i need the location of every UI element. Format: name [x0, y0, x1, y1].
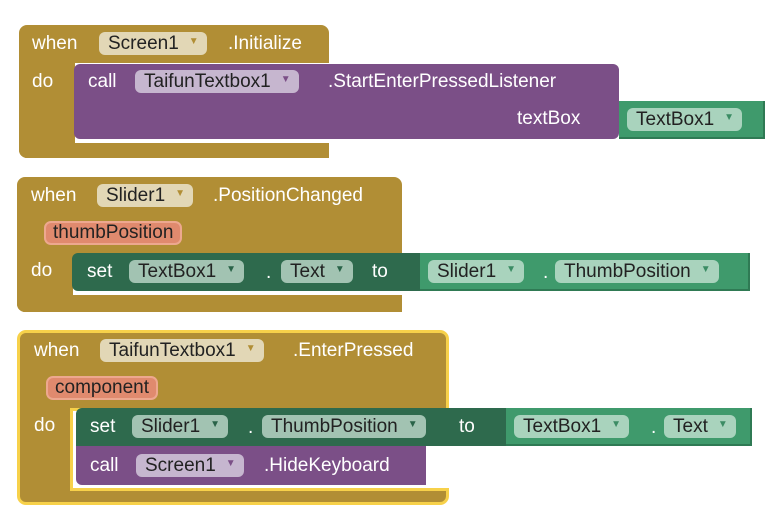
dot-separator: . [248, 417, 254, 438]
property-dropdown[interactable]: ThumbPosition ▼ [555, 260, 719, 283]
when-keyword: when [34, 340, 80, 361]
component-dropdown[interactable]: TaifunTextbox1 ▼ [100, 339, 264, 362]
dropdown-arrow-icon: ▼ [334, 264, 345, 276]
component-dropdown[interactable]: Screen1 ▼ [99, 32, 207, 55]
call-keyword: call [90, 455, 119, 476]
getter-textbox1-text[interactable]: TextBox1 ▼ . Text ▼ [506, 408, 752, 446]
event-block-slider1-positionchanged[interactable]: when Slider1 ▼ .PositionChanged thumbPosi… [17, 177, 402, 312]
event-param-component[interactable]: component [46, 376, 159, 400]
component-dropdown[interactable]: Screen1 ▼ [136, 454, 244, 477]
dot-separator: . [266, 262, 272, 283]
to-keyword: to [459, 416, 475, 437]
dropdown-arrow-icon: ▼ [407, 419, 418, 431]
set-keyword: set [90, 416, 116, 437]
dropdown-arrow-icon: ▼ [700, 264, 711, 276]
property-dropdown[interactable]: Text ▼ [664, 415, 736, 438]
event-handler-name: .PositionChanged [213, 185, 363, 206]
dropdown-arrow-icon: ▼ [717, 419, 728, 431]
dropdown-arrow-icon: ▼ [280, 74, 291, 86]
component-dropdown[interactable]: Slider1 ▼ [97, 184, 194, 207]
arg-label-textbox: textBox [517, 108, 581, 129]
call-block-start-listener[interactable]: call TaifunTextbox1 ▼ .StartEnterPressedL… [74, 64, 619, 139]
dropdown-arrow-icon: ▼ [188, 36, 199, 48]
call-block-hidekeyboard[interactable]: call Screen1 ▼ .HideKeyboard [76, 446, 426, 485]
do-keyword: do [31, 260, 53, 281]
dropdown-arrow-icon: ▼ [724, 112, 735, 124]
component-dropdown[interactable]: Slider1 ▼ [132, 415, 229, 438]
when-keyword: when [31, 185, 77, 206]
set-block-slider1-thumbposition[interactable]: set Slider1 ▼ . ThumbPosition ▼ to [76, 408, 508, 446]
do-keyword: do [32, 71, 54, 92]
set-block-textbox1-text[interactable]: set TextBox1 ▼ . Text ▼ to [72, 253, 422, 291]
property-dropdown[interactable]: ThumbPosition ▼ [262, 415, 426, 438]
getter-slider1-thumbposition[interactable]: Slider1 ▼ . ThumbPosition ▼ [420, 253, 750, 291]
dot-separator: . [651, 417, 657, 438]
do-keyword: do [34, 415, 56, 436]
dropdown-arrow-icon: ▼ [611, 419, 622, 431]
event-param-thumbposition[interactable]: thumbPosition [44, 221, 183, 245]
event-handler-name: .EnterPressed [293, 340, 414, 361]
component-dropdown[interactable]: TaifunTextbox1 ▼ [135, 70, 299, 93]
method-name: .StartEnterPressedListener [328, 71, 557, 92]
component-getter-textbox1[interactable]: TextBox1 ▼ [619, 101, 765, 139]
dropdown-arrow-icon: ▼ [175, 188, 186, 200]
call-keyword: call [88, 71, 117, 92]
property-dropdown[interactable]: Text ▼ [281, 260, 353, 283]
dropdown-arrow-icon: ▼ [226, 264, 237, 276]
component-dropdown[interactable]: TextBox1 ▼ [514, 415, 630, 438]
component-dropdown[interactable]: Slider1 ▼ [428, 260, 525, 283]
set-keyword: set [87, 261, 113, 282]
dropdown-arrow-icon: ▼ [225, 458, 236, 470]
dropdown-arrow-icon: ▼ [506, 264, 517, 276]
dot-separator: . [543, 262, 549, 283]
when-keyword: when [32, 33, 78, 54]
to-keyword: to [372, 261, 388, 282]
component-dropdown[interactable]: TextBox1 ▼ [627, 108, 743, 131]
dropdown-arrow-icon: ▼ [245, 343, 256, 355]
dropdown-arrow-icon: ▼ [210, 419, 221, 431]
component-dropdown[interactable]: TextBox1 ▼ [129, 260, 245, 283]
event-handler-name: .Initialize [228, 33, 302, 54]
method-name: .HideKeyboard [264, 455, 390, 476]
